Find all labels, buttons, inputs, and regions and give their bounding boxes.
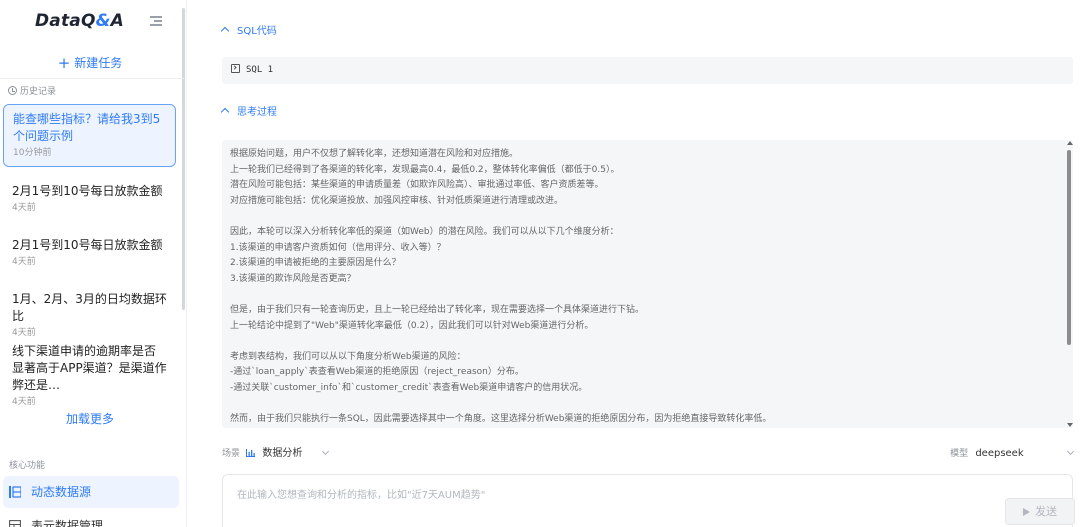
thinking-line	[230, 334, 1041, 350]
thinking-line: 2.该渠道的申请被拒绝的主要原因是什么？	[230, 258, 401, 269]
chevron-up-icon	[220, 107, 230, 117]
history-item[interactable]: 能查哪些指标？请给我3到5个问题示例 10分钟前	[3, 104, 176, 167]
scroll-up-icon[interactable]	[1067, 141, 1073, 145]
history-item-time: 4天前	[12, 203, 36, 213]
menu-item-dynamic-datasource[interactable]: 动态数据源	[3, 476, 179, 508]
query-input[interactable]	[237, 487, 997, 503]
sql-item[interactable]: SQL 1	[222, 57, 1073, 84]
history-item-time: 4天前	[12, 257, 36, 267]
core-features-label: 核心功能	[9, 461, 46, 471]
model-select[interactable]: deepseek	[975, 448, 1023, 459]
clock-icon	[8, 86, 17, 95]
thinking-line: 根据原始问题，用户不仅想了解转化率，还想知道潜在风险和对应措施。	[230, 149, 519, 159]
thinking-line	[230, 397, 1041, 413]
bar-chart-icon	[246, 449, 256, 457]
scroll-thumb[interactable]	[1067, 150, 1071, 345]
thinking-line: 因此，本轮可以深入分析转化率低的渠道（如Web）的潜在风险。我们可以从以下几个维…	[230, 226, 619, 237]
thinking-line: 1.该渠道的申请客户资质如何（信用评分、收入等）？	[230, 242, 446, 253]
chevron-up-icon	[220, 26, 230, 36]
history-item-title: 2月1号到10号每日放款金额	[12, 184, 163, 198]
history-item[interactable]: 线下渠道申请的逾期率是否显著高于APP渠道？是渠道作弊还是… 4天前	[3, 337, 176, 415]
send-button[interactable]: 发送	[1005, 498, 1075, 525]
scroll-down-icon[interactable]	[1067, 423, 1073, 427]
thinking-line: 但是，由于我们只有一轮查询历史，且上一轮已经给出了转化率，现在需要选择一个具体渠…	[230, 304, 645, 315]
divider	[0, 78, 184, 79]
chevron-down-icon[interactable]	[321, 447, 329, 456]
app-logo: DataQ&A	[35, 11, 125, 31]
thinking-line: 考虑到表结构，我们可以从以下角度分析Web渠道的风险：	[230, 351, 466, 362]
thinking-section-toggle[interactable]: 思考过程	[220, 106, 277, 120]
history-item-time: 4天前	[12, 397, 36, 407]
table-icon	[9, 520, 21, 527]
history-item[interactable]: 2月1号到10号每日放款金额 4天前	[3, 177, 176, 221]
scene-label: 场景	[222, 449, 241, 459]
thinking-scrollbar[interactable]	[1066, 140, 1073, 428]
collapse-sidebar-icon[interactable]	[150, 14, 164, 28]
thinking-line	[230, 287, 1041, 303]
thinking-line: 然而，由于我们只能执行一条SQL，因此需要选择其中一个角度。这里选择分析Web渠…	[230, 414, 772, 425]
history-label: 历史记录	[8, 86, 56, 98]
send-icon	[1023, 508, 1030, 516]
query-input-box: 发送	[222, 474, 1075, 527]
thinking-line: -通过`loan_apply`表查看Web渠道的拒绝原因（reject_reas…	[230, 367, 524, 378]
history-item-title: 线下渠道申请的逾期率是否显著高于APP渠道？是渠道作弊还是…	[12, 344, 167, 392]
thinking-line: -通过关联`customer_info`和`customer_credit`表查…	[230, 382, 588, 393]
thinking-lines: 根据原始问题，用户不仅想了解转化率，还想知道潜在风险和对应措施。上一轮我们已经得…	[230, 147, 1041, 428]
thinking-line: 上一轮结论中提到了"Web"渠道转化率最低（0.2），因此我们可以针对Web渠道…	[230, 320, 594, 331]
sql-section-toggle[interactable]: SQL代码	[220, 25, 277, 39]
plus-icon: +	[57, 54, 71, 72]
thinking-line: 对应措施可能包括：优化渠道投放、加强风控审核、针对低质渠道进行清理或改进。	[230, 195, 564, 206]
model-select-wrap: 模型 deepseek	[950, 446, 1075, 462]
menu-item-table-metadata[interactable]: 表元数据管理	[3, 510, 179, 527]
scene-select[interactable]: 数据分析	[262, 448, 302, 459]
chevron-down-icon[interactable]	[1066, 447, 1075, 456]
main-panel: SQL代码 SQL 1 思考过程 根据原始问题，用户不仅想了解转化率，还想知道潜…	[188, 0, 1080, 527]
thinking-line	[230, 209, 1041, 225]
history-item[interactable]: 2月1号到10号每日放款金额 4天前	[3, 231, 176, 275]
logo-row: DataQ&A	[0, 0, 186, 44]
database-icon	[9, 486, 21, 498]
new-task-button[interactable]: + 新建任务	[0, 50, 180, 76]
history-item-title: 1月、2月、3月的日均数据环比	[12, 292, 167, 323]
scene-model-row: 场景 数据分析 模型 deepseek	[222, 446, 1075, 462]
history-item-time: 10分钟前	[13, 148, 52, 158]
thinking-line: 上一轮我们已经得到了各渠道的转化率，发现最高0.4，最低0.2，整体转化率偏低（…	[230, 164, 620, 175]
history-item-title: 能查哪些指标？请给我3到5个问题示例	[13, 112, 161, 143]
history-item-title: 2月1号到10号每日放款金额	[12, 238, 163, 252]
thinking-content: 根据原始问题，用户不仅想了解转化率，还想知道潜在风险和对应措施。上一轮我们已经得…	[222, 140, 1073, 428]
thinking-line: 3.该渠道的欺诈风险是否更高？	[230, 273, 356, 284]
terminal-icon	[231, 64, 240, 73]
sidebar: DataQ&A + 新建任务 历史记录 能查哪些指标？请给我3到5个问题示例 10…	[0, 0, 187, 527]
thinking-line: 潜在风险可能包括：某些渠道的申请质量差（如欺诈风险高）、审批通过率低、客户资质差…	[230, 180, 604, 191]
load-more-link[interactable]: 加载更多	[0, 410, 180, 428]
sidebar-scrollbar[interactable]	[182, 8, 185, 310]
model-label: 模型	[950, 449, 969, 459]
